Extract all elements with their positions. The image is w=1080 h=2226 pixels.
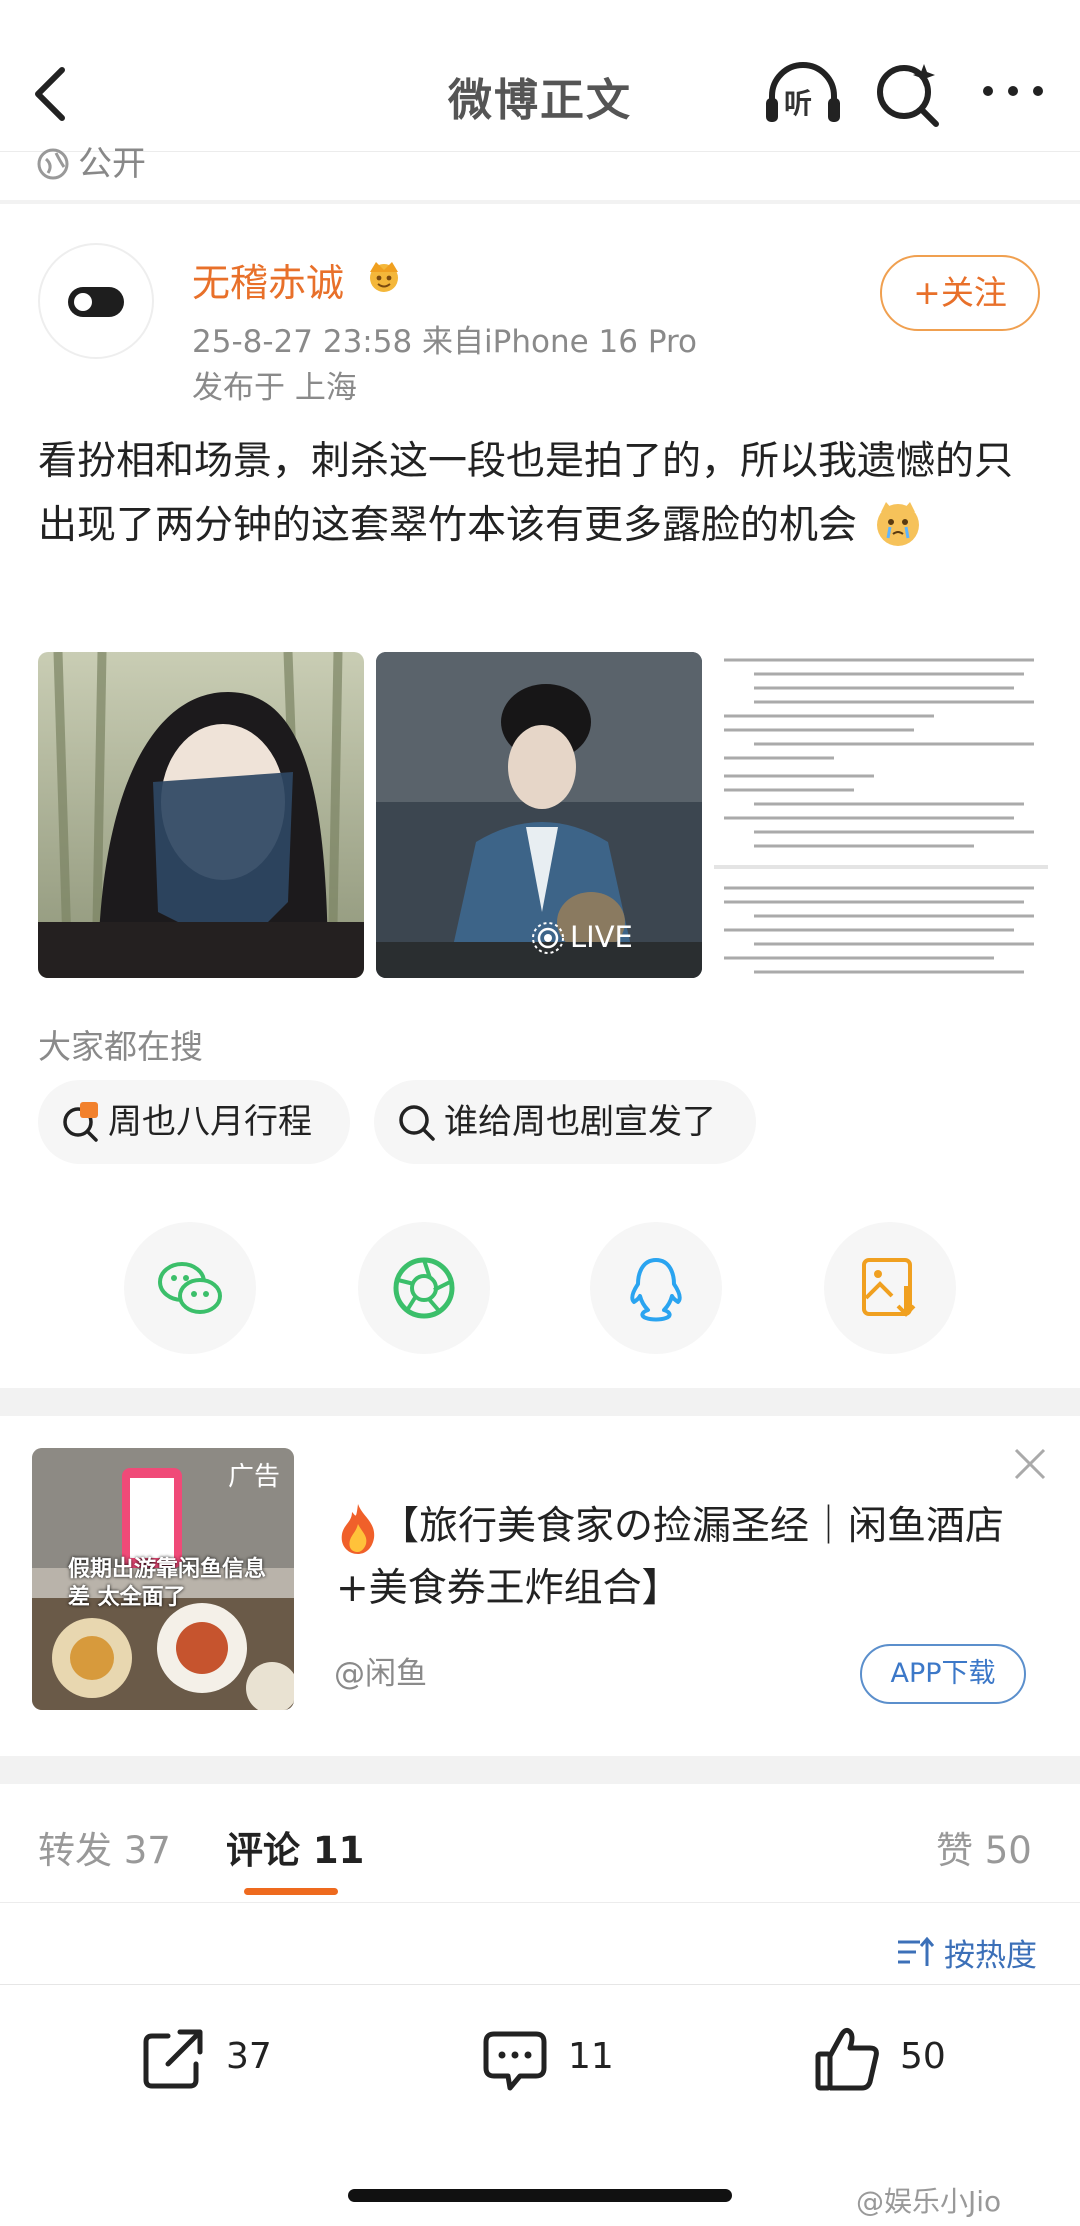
section-separator: [0, 1756, 1080, 1784]
hot-search-item[interactable]: 谁给周也剧宣发了: [374, 1080, 756, 1164]
ad-title-line2[interactable]: +美食券王炸组合】: [336, 1558, 681, 1620]
post-image-3-document[interactable]: [714, 652, 1048, 978]
repost-icon: [143, 2029, 203, 2089]
post-image-1[interactable]: [38, 652, 364, 978]
share-wechat-button[interactable]: [124, 1222, 256, 1354]
thumbs-up-icon: [815, 2027, 879, 2091]
crying-emoji-icon: [877, 502, 920, 546]
ad-source[interactable]: @闲鱼: [334, 1648, 427, 1693]
post-time-device: 25-8-27 23:58 来自iPhone 16 Pro: [192, 324, 698, 360]
tab-comment[interactable]: 评论 11: [226, 1820, 364, 1874]
comment-button[interactable]: 11: [480, 2024, 640, 2094]
globe-icon: [37, 148, 69, 180]
visibility-label: 公开: [36, 136, 146, 185]
save-image-button[interactable]: [824, 1222, 956, 1354]
tab-like[interactable]: 赞 50: [936, 1820, 1032, 1874]
live-label: LIVE: [570, 920, 633, 954]
hot-search-text: 周也八月行程: [108, 1102, 312, 1142]
hot-search-item[interactable]: 周也八月行程: [38, 1080, 350, 1164]
hot-search-icon: [63, 1102, 98, 1142]
ad-badge: 广告: [227, 1462, 280, 1492]
like-count: 50: [900, 2036, 946, 2077]
qq-icon: [630, 1258, 682, 1322]
listen-button[interactable]: 听: [764, 58, 842, 128]
search-icon: [399, 1105, 435, 1141]
user-avatar[interactable]: [38, 243, 154, 359]
fire-icon: [341, 1504, 375, 1554]
like-button[interactable]: 50: [812, 2024, 972, 2094]
visibility-text: 公开: [78, 144, 146, 184]
ad-title[interactable]: 【旅行美食家の捡漏圣经｜闲鱼酒店: [380, 1496, 1040, 1558]
hot-search-title: 大家都在搜: [38, 1027, 203, 1066]
follow-button[interactable]: +关注: [880, 255, 1040, 331]
repost-button[interactable]: 37: [138, 2024, 298, 2094]
toggle-avatar-graphic: [68, 287, 124, 317]
post-location: 发布于 上海: [192, 370, 357, 406]
username[interactable]: 无稽赤诚: [192, 252, 344, 307]
ad-image[interactable]: 广告 假期出游靠闲鱼信息差 太全面了: [32, 1448, 294, 1710]
sort-icon[interactable]: [896, 1936, 934, 1970]
comment-count: 11: [568, 2036, 614, 2077]
ad-image-caption: 假期出游靠闲鱼信息差 太全面了: [68, 1557, 267, 1610]
previous-post-strip: 公开: [0, 130, 1080, 202]
wechat-icon: [158, 1262, 222, 1314]
section-separator: [0, 200, 1080, 204]
more-options-icon[interactable]: [978, 76, 1048, 106]
divider: [0, 1902, 1080, 1903]
share-qq-button[interactable]: [590, 1222, 722, 1354]
tab-repost[interactable]: 转发 37: [38, 1820, 171, 1874]
live-photo-icon: [532, 922, 564, 954]
post-text: 看扮相和场景，刺杀这一段也是拍了的，所以我遗憾的只出现了两分钟的这套翠竹本该有更…: [38, 439, 1014, 548]
hot-search-text: 谁给周也剧宣发了: [444, 1102, 716, 1142]
smart-search-icon[interactable]: [872, 58, 942, 128]
share-moments-button[interactable]: [358, 1222, 490, 1354]
moments-icon: [393, 1257, 455, 1319]
listen-label: 听: [784, 87, 813, 120]
save-image-icon: [862, 1258, 916, 1317]
app-download-button[interactable]: APP下载: [860, 1644, 1026, 1704]
close-icon[interactable]: [1010, 1444, 1050, 1484]
post-body: 看扮相和场景，刺杀这一段也是拍了的，所以我遗憾的只出现了两分钟的这套翠竹本该有更…: [38, 430, 1048, 558]
comment-icon: [483, 2031, 547, 2091]
crown-badge-icon: [370, 262, 398, 292]
watermark: @娱乐小Jio: [856, 2185, 1002, 2218]
repost-count: 37: [226, 2036, 272, 2077]
active-tab-indicator: [244, 1888, 338, 1895]
section-separator: [0, 1388, 1080, 1416]
sort-by-hot-button[interactable]: 按热度: [944, 1930, 1037, 1975]
home-indicator[interactable]: [348, 2189, 732, 2202]
